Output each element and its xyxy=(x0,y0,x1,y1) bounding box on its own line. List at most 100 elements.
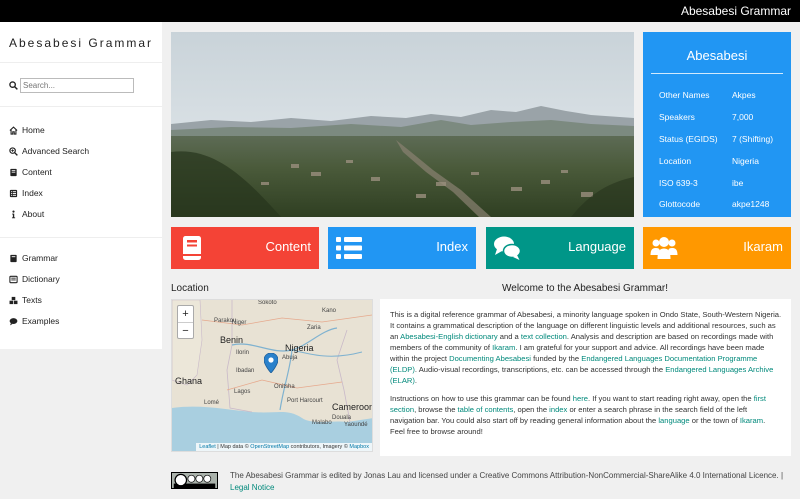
text: and a xyxy=(497,332,521,341)
infobox-value: 7 (Shifting) xyxy=(732,134,774,144)
infobox-value: ibe xyxy=(732,178,744,188)
tile-content[interactable]: Content xyxy=(171,227,319,269)
text-collection-link[interactable]: text collection xyxy=(521,332,567,341)
divider xyxy=(0,106,162,107)
sidebar-title[interactable]: Abesabesi Grammar xyxy=(9,36,153,50)
nav-label: Texts xyxy=(22,295,42,305)
comments-icon xyxy=(494,236,521,260)
dictionary-link[interactable]: Abesabesi-English dictionary xyxy=(400,332,498,341)
text: , open the xyxy=(513,405,550,414)
dictionary-icon xyxy=(9,275,18,284)
toc-link[interactable]: table of contents xyxy=(458,405,514,414)
infobox-key: Location xyxy=(659,156,692,166)
comment-icon xyxy=(9,317,18,326)
leaflet-link[interactable]: Leaflet xyxy=(199,444,216,450)
osm-link[interactable]: OpenStreetMap xyxy=(250,444,289,450)
nav-label: About xyxy=(22,209,45,219)
infobox-value: akpe1248 xyxy=(732,199,770,209)
sidebar: Abesabesi Grammar Home Advanced Search C… xyxy=(0,22,162,349)
tile-ikaram[interactable]: Ikaram xyxy=(643,227,791,269)
nav-label: Content xyxy=(22,167,52,177)
text: funded by the xyxy=(531,354,582,363)
infobox-value: Nigeria xyxy=(732,156,759,166)
tile-label: Ikaram xyxy=(743,239,783,254)
nav-grammar[interactable]: Grammar xyxy=(9,252,58,264)
nav-advanced-search[interactable]: Advanced Search xyxy=(9,145,89,157)
project-link[interactable]: Documenting Abesabesi xyxy=(449,354,531,363)
map-label: Malabo xyxy=(312,420,332,426)
hero-landscape-image xyxy=(171,32,634,217)
attribution-text: | Map data © xyxy=(215,444,251,450)
search-icon xyxy=(9,81,18,90)
text: Instructions on how to use this grammar … xyxy=(390,394,573,403)
nav-index[interactable]: Index xyxy=(9,187,43,199)
book-icon xyxy=(9,254,18,263)
index-link[interactable]: index xyxy=(549,405,567,414)
tile-label: Index xyxy=(436,239,468,254)
boxes-icon xyxy=(9,296,18,305)
nav-label: Examples xyxy=(22,316,60,326)
ikaram-link[interactable]: Ikaram xyxy=(492,343,515,352)
map-label: Ghana xyxy=(175,376,203,386)
tile-index[interactable]: Index xyxy=(328,227,476,269)
license-text: The Abesabesi Grammar is edited by Jonas… xyxy=(230,471,784,480)
map-label: Abuja xyxy=(282,355,298,361)
nav-label: Index xyxy=(22,188,43,198)
footer: The Abesabesi Grammar is edited by Jonas… xyxy=(0,462,800,499)
nav-home[interactable]: Home xyxy=(9,124,45,136)
search-plus-icon xyxy=(9,146,18,156)
infobox-divider xyxy=(651,73,783,74)
location-heading: Location xyxy=(171,283,209,294)
attribution-text: contributors, Imagery © xyxy=(289,444,350,450)
map-label: Ibadan xyxy=(236,368,255,374)
nav-content[interactable]: Content xyxy=(9,166,52,178)
tile-label: Content xyxy=(265,239,311,254)
infobox-key: Other Names xyxy=(659,90,710,100)
top-bar: Abesabesi Grammar xyxy=(0,0,800,22)
book-icon xyxy=(9,168,18,177)
users-icon xyxy=(650,237,678,259)
nav-about[interactable]: About xyxy=(9,208,44,220)
nav-examples[interactable]: Examples xyxy=(9,315,59,327)
language-link[interactable]: language xyxy=(658,416,689,425)
nav-label: Dictionary xyxy=(22,274,60,284)
map-label: Lomé xyxy=(204,400,220,406)
infobox-key: Speakers xyxy=(659,112,695,122)
instructions-paragraph: Instructions on how to use this grammar … xyxy=(390,393,782,437)
instructions-link[interactable]: here xyxy=(573,394,588,403)
zoom-in-button[interactable]: + xyxy=(178,306,193,322)
mapbox-link[interactable]: Mapbox xyxy=(349,444,369,450)
search-input[interactable] xyxy=(20,78,134,93)
map-attribution: Leaflet | Map data © OpenStreetMap contr… xyxy=(196,443,372,451)
map-marker-icon[interactable] xyxy=(264,353,278,373)
cc-license-badge-icon[interactable] xyxy=(171,472,218,489)
map-label: Yaoundé xyxy=(344,422,368,428)
map-label: Parakou xyxy=(214,318,237,324)
ikaram-link[interactable]: Ikaram xyxy=(740,416,763,425)
welcome-content: This is a digital reference grammar of A… xyxy=(380,299,791,456)
map-label: Kano xyxy=(322,308,337,314)
map-label: Sokoto xyxy=(258,300,277,306)
legal-notice-link[interactable]: Legal Notice xyxy=(230,483,274,492)
map-zoom-control: + − xyxy=(177,305,194,339)
list-icon xyxy=(9,189,18,198)
map-label: Benin xyxy=(220,335,244,345)
nav-texts[interactable]: Texts xyxy=(9,294,42,306)
brand-title[interactable]: Abesabesi Grammar xyxy=(681,4,791,18)
language-infobox: Abesabesi Other Names Akpes Speakers 7,0… xyxy=(643,32,791,217)
text: . Audio-visual recordings, transcription… xyxy=(414,365,666,374)
text: , browse the xyxy=(414,405,458,414)
infobox-key: Status (EGIDS) xyxy=(659,134,718,144)
map-tiles xyxy=(172,300,372,451)
tile-language[interactable]: Language xyxy=(486,227,634,269)
map-label: Cameroon xyxy=(332,402,373,412)
infobox-key: ISO 639-3 xyxy=(659,178,698,188)
nav-dictionary[interactable]: Dictionary xyxy=(9,273,60,285)
infobox-value: Akpes xyxy=(732,90,756,100)
nav-label: Grammar xyxy=(22,253,58,263)
book-icon xyxy=(183,236,201,260)
location-map[interactable]: Sokoto Kano Niger Zaria Nigeria Benin Il… xyxy=(171,299,373,452)
zoom-out-button[interactable]: − xyxy=(178,323,193,339)
infobox-key: Glottocode xyxy=(659,199,701,209)
welcome-heading: Welcome to the Abesabesi Grammar! xyxy=(502,283,668,294)
